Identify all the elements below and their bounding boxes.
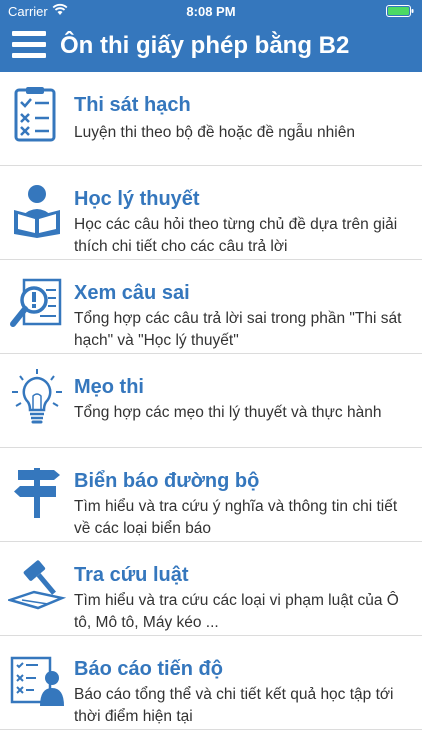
list-item-tra-cuu-luat[interactable]: Tra cứu luật Tìm hiểu và tra cứu các loạ… xyxy=(0,542,422,636)
nav-bar: Ôn thi giấy phép bằng B2 xyxy=(0,22,422,72)
clock: 8:08 PM xyxy=(186,4,236,19)
battery-icon xyxy=(386,5,414,20)
reading-person-icon xyxy=(8,180,66,238)
item-title: Mẹo thi xyxy=(74,376,144,398)
item-description: Luyện thi theo bộ đề hoặc đề ngẫu nhiên xyxy=(74,124,355,141)
page-title: Ôn thi giấy phép bằng B2 xyxy=(60,32,350,59)
status-bar: Carrier 8:08 PM xyxy=(0,0,422,22)
magnifier-document-icon xyxy=(8,274,66,332)
item-title: Biển báo đường bộ xyxy=(74,470,260,492)
item-description: Tổng hợp các câu trả lời sai trong phần … xyxy=(74,310,402,349)
list-item-bien-bao-duong-bo[interactable]: Biển báo đường bộ Tìm hiểu và tra cứu ý … xyxy=(0,448,422,542)
checklist-icon xyxy=(8,86,66,144)
item-description: Báo cáo tổng thể và chi tiết kết quả học… xyxy=(74,686,394,725)
item-title: Xem câu sai xyxy=(74,282,190,304)
hamburger-menu-button[interactable] xyxy=(12,31,46,63)
list-item-bao-cao-tien-do[interactable]: Báo cáo tiến độ Báo cáo tổng thể và chi … xyxy=(0,636,422,730)
item-title: Học lý thuyết xyxy=(74,188,200,210)
item-title: Thi sát hạch xyxy=(74,94,191,116)
gavel-icon xyxy=(5,556,67,614)
report-person-icon xyxy=(8,650,66,708)
signpost-icon xyxy=(8,462,66,520)
item-description: Tổng hợp các mẹo thi lý thuyết và thực h… xyxy=(74,404,382,421)
list-item-hoc-ly-thuyet[interactable]: Học lý thuyết Học các câu hỏi theo từng … xyxy=(0,166,422,260)
item-description: Tìm hiểu và tra cứu các loại vi phạm luậ… xyxy=(74,592,399,631)
item-title: Báo cáo tiến độ xyxy=(74,658,223,680)
lightbulb-icon xyxy=(8,368,66,426)
list-item-xem-cau-sai[interactable]: Xem câu sai Tổng hợp các câu trả lời sai… xyxy=(0,260,422,354)
feature-list: Thi sát hạch Luyện thi theo bộ đề hoặc đ… xyxy=(0,72,422,730)
list-item-meo-thi[interactable]: Mẹo thi Tổng hợp các mẹo thi lý thuyết v… xyxy=(0,354,422,448)
item-description: Tìm hiểu và tra cứu ý nghĩa và thông tin… xyxy=(74,498,398,537)
list-item-thi-sat-hach[interactable]: Thi sát hạch Luyện thi theo bộ đề hoặc đ… xyxy=(0,72,422,166)
item-title: Tra cứu luật xyxy=(74,564,189,586)
item-description: Học các câu hỏi theo từng chủ đề dựa trê… xyxy=(74,216,398,255)
